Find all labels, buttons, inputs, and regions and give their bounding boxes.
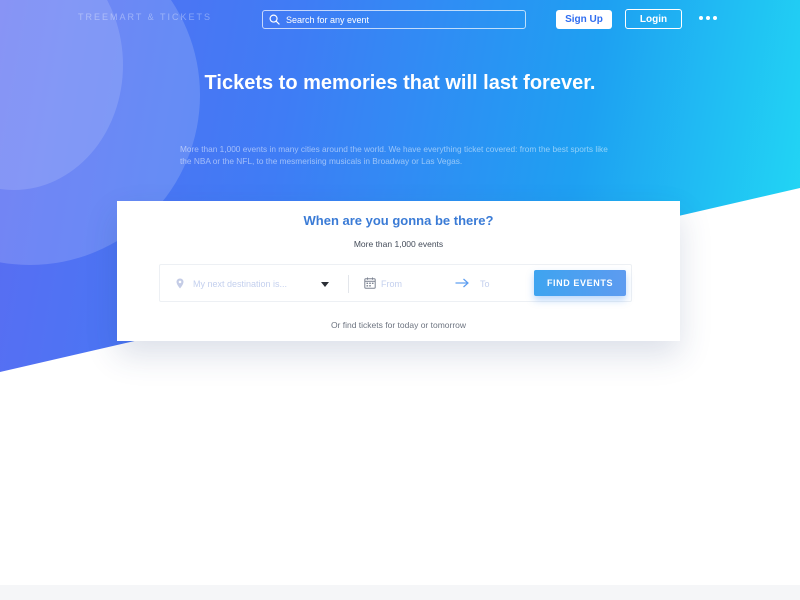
search-input[interactable]: Search for any event: [262, 10, 526, 29]
login-button[interactable]: Login: [625, 9, 682, 29]
from-date-input[interactable]: From: [381, 279, 402, 289]
caret-down-icon[interactable]: [321, 282, 329, 287]
field-divider: [348, 275, 349, 293]
signup-button[interactable]: Sign Up: [556, 10, 612, 29]
search-placeholder: Search for any event: [286, 14, 370, 25]
to-date-input[interactable]: To: [480, 279, 490, 289]
card-subtitle: More than 1,000 events: [353, 239, 444, 249]
today-tomorrow-link[interactable]: Or find tickets for today or tomorrow: [117, 320, 680, 330]
destination-select[interactable]: My next destination is...: [193, 279, 287, 289]
calendar-icon: [364, 277, 376, 289]
hero-description: More than 1,000 events in many cities ar…: [180, 144, 608, 166]
more-dots-icon[interactable]: [699, 16, 717, 20]
card-title: When are you gonna be there?: [303, 213, 494, 228]
hero-headline: Tickets to memories that will last forev…: [204, 72, 596, 94]
find-events-button[interactable]: FIND EVENTS: [534, 270, 626, 296]
arrow-right-icon: [455, 278, 469, 288]
map-pin-icon: [176, 278, 184, 289]
footer-strip: [0, 585, 800, 600]
event-search-form: My next destination is... From To FIND E…: [159, 264, 632, 302]
search-card: When are you gonna be there? More than 1…: [117, 201, 680, 341]
search-icon: [269, 14, 280, 25]
logo[interactable]: TREEMART & TICKETS: [78, 12, 212, 22]
